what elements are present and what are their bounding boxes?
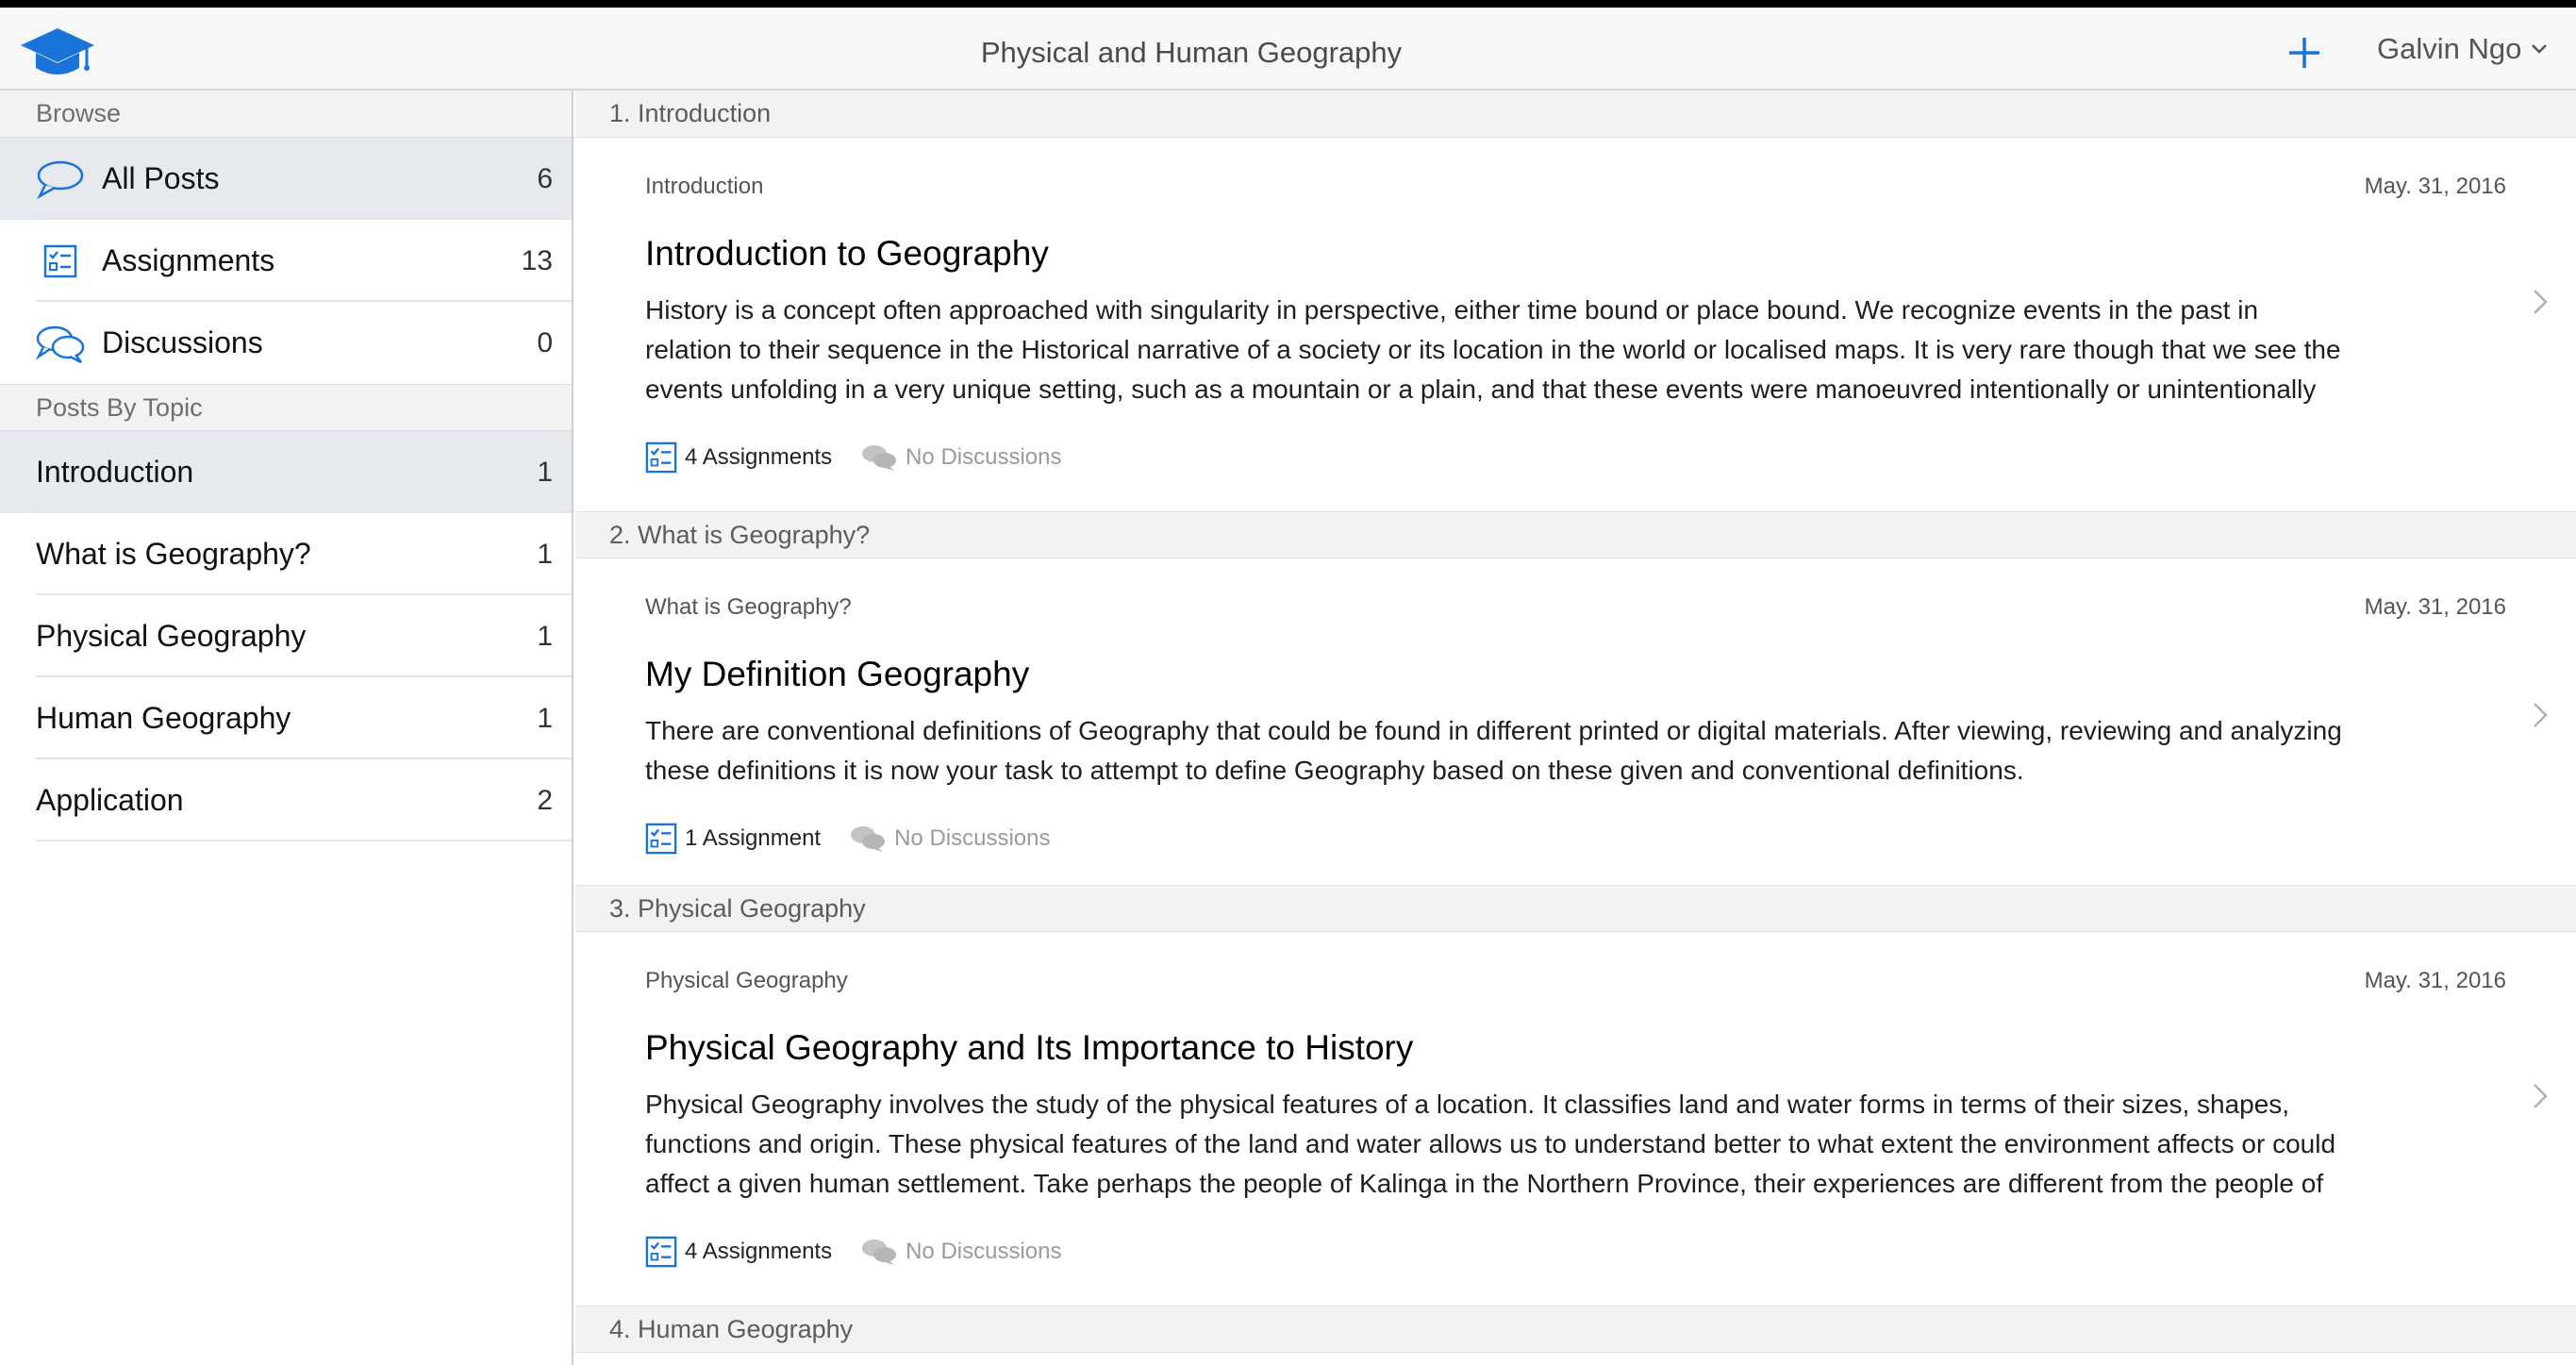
section-header: 3. Physical Geography xyxy=(575,885,2576,932)
topics-header: Posts By Topic xyxy=(0,384,572,431)
discussions-count: No Discussions xyxy=(849,824,1050,853)
post-excerpt-line: functions and origin. These physical fea… xyxy=(645,1129,2336,1158)
top-border xyxy=(0,0,2576,8)
discussions-count: No Discussions xyxy=(860,443,1061,472)
post-meta: 1 Assignment No Discussions xyxy=(645,823,2506,855)
sidebar-topic-label: Physical Geography xyxy=(36,619,307,653)
user-menu[interactable]: Galvin Ngo xyxy=(2377,32,2548,66)
sidebar-item-count: 6 xyxy=(537,162,553,194)
post-meta: 4 Assignments No Discussions xyxy=(645,441,2506,474)
discussions-label: No Discussions xyxy=(906,1239,1062,1264)
sidebar-topic-count: 2 xyxy=(537,784,553,816)
post-topic: Introduction xyxy=(645,174,764,199)
post-date: May. 31, 2016 xyxy=(2364,968,2506,993)
assignments-count: 1 Assignment xyxy=(645,823,821,855)
section-header: 1. Introduction xyxy=(575,91,2576,138)
app-header: Physical and Human Geography Galvin Ngo xyxy=(0,8,2576,91)
post-date: May. 31, 2016 xyxy=(2364,174,2506,199)
sidebar-topic-count: 1 xyxy=(537,538,553,570)
post-excerpt: History is a concept often approached wi… xyxy=(645,291,2506,409)
section-header: 4. Human Geography xyxy=(575,1306,2576,1353)
sidebar-item-discussions[interactable]: Discussions 0 xyxy=(0,302,572,384)
sidebar-item-count: 0 xyxy=(537,326,553,358)
sidebar-topic-count: 1 xyxy=(537,620,553,652)
assignments-label: 1 Assignment xyxy=(685,825,822,851)
sidebar-item-label: All Posts xyxy=(102,161,220,195)
checklist-icon xyxy=(645,441,677,474)
post-topic: What is Geography? xyxy=(645,594,852,620)
speech-bubble-icon xyxy=(34,156,87,203)
post-excerpt: There are conventional definitions of Ge… xyxy=(645,711,2506,791)
divider xyxy=(36,840,572,841)
post-excerpt-line: events unfolding in a very unique settin… xyxy=(645,375,2317,404)
sidebar-topic-introduction[interactable]: Introduction 1 xyxy=(0,431,572,513)
sidebar-topic-label: Introduction xyxy=(36,455,194,489)
assignments-label: 4 Assignments xyxy=(685,444,833,470)
post-excerpt: Physical Geography involves the study of… xyxy=(645,1085,2506,1204)
chevron-right-icon xyxy=(2534,290,2548,314)
post-title: My Definition Geography xyxy=(645,655,1030,693)
post-card[interactable]: What is Geography? May. 31, 2016 My Defi… xyxy=(575,558,2576,885)
discussion-bubbles-icon xyxy=(849,824,887,853)
page-title: Physical and Human Geography xyxy=(980,36,1403,69)
discussion-bubbles-icon xyxy=(860,443,898,472)
post-card[interactable]: Introduction May. 31, 2016 Introduction … xyxy=(575,138,2576,511)
post-excerpt-line: affect a given human settlement. Take pe… xyxy=(645,1169,2324,1198)
sidebar-topic-label: Application xyxy=(36,783,184,817)
sidebar-topic-count: 1 xyxy=(537,456,553,488)
sidebar-item-count: 13 xyxy=(521,244,553,276)
sidebar-topic-count: 1 xyxy=(537,702,553,734)
sidebar-item-all-posts[interactable]: All Posts 6 xyxy=(0,138,572,220)
post-excerpt-line: these definitions it is now your task to… xyxy=(645,756,2024,785)
sidebar-topic-label: Human Geography xyxy=(36,701,291,735)
post-excerpt-line: History is a concept often approached wi… xyxy=(645,295,2259,325)
browse-header: Browse xyxy=(0,91,572,138)
plus-icon[interactable] xyxy=(2285,34,2323,72)
sidebar-item-label: Discussions xyxy=(102,325,263,359)
assignments-count: 4 Assignments xyxy=(645,441,832,474)
sidebar-topic-application[interactable]: Application 2 xyxy=(0,759,572,841)
post-date: May. 31, 2016 xyxy=(2364,594,2506,620)
post-meta: 4 Assignments No Discussions xyxy=(645,1236,2506,1268)
sidebar-topic-human-geography[interactable]: Human Geography 1 xyxy=(0,677,572,759)
section-header: 2. What is Geography? xyxy=(575,511,2576,558)
post-excerpt-line: Physical Geography involves the study of… xyxy=(645,1090,2290,1119)
post-excerpt-line: There are conventional definitions of Ge… xyxy=(645,716,2342,745)
post-title: Physical Geography and Its Importance to… xyxy=(645,1028,1414,1067)
sidebar-topic-physical-geography[interactable]: Physical Geography 1 xyxy=(0,595,572,677)
post-topic: Physical Geography xyxy=(645,968,848,993)
checklist-icon xyxy=(645,1236,677,1268)
assignments-label: 4 Assignments xyxy=(685,1239,833,1264)
sidebar-topic-label: What is Geography? xyxy=(36,537,311,571)
chevron-down-icon xyxy=(2532,44,2548,54)
post-excerpt-line: relation to their sequence in the Histor… xyxy=(645,335,2341,364)
discussion-bubbles-icon xyxy=(34,320,87,367)
sidebar-topic-what-is-geography[interactable]: What is Geography? 1 xyxy=(0,513,572,595)
sidebar: Browse All Posts 6 Assignments 13 Discus… xyxy=(0,91,573,1365)
sidebar-item-assignments[interactable]: Assignments 13 xyxy=(0,220,572,302)
post-title: Introduction to Geography xyxy=(645,234,1049,273)
discussions-label: No Discussions xyxy=(894,825,1051,851)
post-card[interactable]: Physical Geography May. 31, 2016 Physica… xyxy=(575,932,2576,1306)
posts-list: 1. Introduction Introduction May. 31, 20… xyxy=(575,91,2576,1365)
checklist-icon xyxy=(34,238,87,285)
chevron-right-icon xyxy=(2534,1084,2548,1108)
discussions-label: No Discussions xyxy=(906,444,1062,470)
checklist-icon xyxy=(645,823,677,855)
sidebar-item-label: Assignments xyxy=(102,243,275,277)
assignments-count: 4 Assignments xyxy=(645,1236,832,1268)
chevron-right-icon xyxy=(2534,703,2548,727)
user-name: Galvin Ngo xyxy=(2377,32,2522,65)
discussion-bubbles-icon xyxy=(860,1238,898,1266)
discussions-count: No Discussions xyxy=(860,1238,1061,1266)
